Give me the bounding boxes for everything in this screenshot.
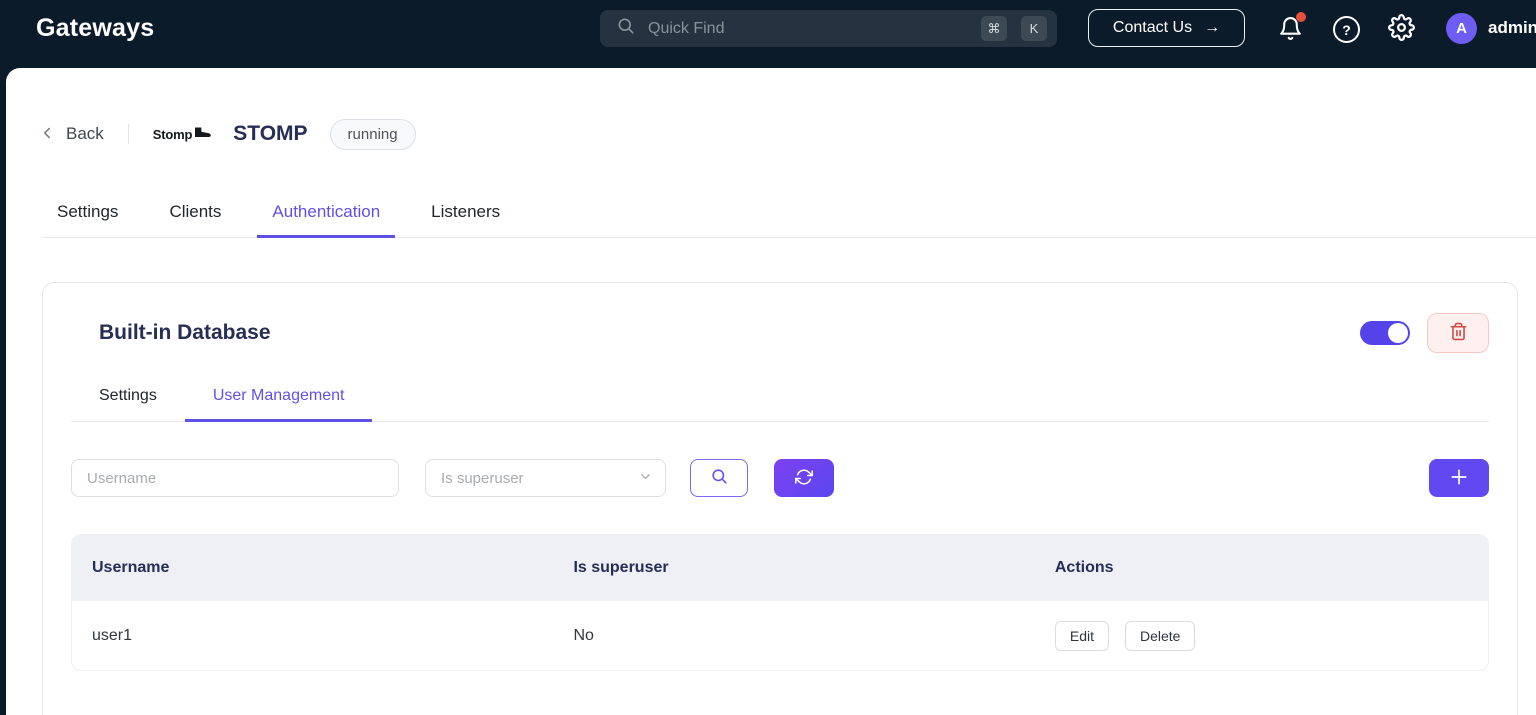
kbd-command-key: ⌘ [981,16,1007,41]
tab-authentication[interactable]: Authentication [257,202,396,238]
cell-actions: Edit Delete [1035,620,1488,651]
tab-clients[interactable]: Clients [154,202,236,238]
refresh-icon [795,468,813,489]
status-badge: running [329,118,416,150]
back-label: Back [66,124,104,143]
cell-username: user1 [92,626,133,644]
notification-dot [1296,12,1306,22]
card-title: Built-in Database [99,321,271,344]
col-header-username: Username [92,558,170,576]
trash-icon [1449,322,1468,344]
help-button[interactable]: ? [1333,16,1360,43]
notifications-button[interactable] [1278,12,1306,44]
arrow-right-icon: → [1204,19,1221,36]
delete-button[interactable]: Delete [1125,620,1196,651]
search-button[interactable] [690,459,748,497]
chevron-down-icon [638,469,653,488]
col-header-actions: Actions [1054,558,1114,576]
cell-superuser: No [573,626,594,644]
search-icon [616,16,636,41]
card-header-actions [1360,313,1489,353]
table-row: user1 No Edit Delete [72,600,1488,670]
users-table: Username Is superuser Actions user1 No E… [71,534,1489,671]
col-header-superuser: Is superuser [573,558,669,576]
filter-row: Is superuser [71,459,1489,497]
header-divider [127,124,129,144]
quick-find-input[interactable] [648,19,967,38]
delete-auth-button[interactable] [1427,313,1489,353]
stomp-logo: Stomp [153,124,213,144]
boot-icon [194,124,213,144]
help-icon: ? [1342,21,1351,38]
refresh-button[interactable] [774,459,834,497]
subtab-user-management[interactable]: User Management [184,387,373,422]
bell-icon [1278,12,1306,44]
gateway-header-row: Back Stomp STOMP running [38,116,1536,152]
superuser-select-placeholder: Is superuser [441,469,524,487]
page-title: Gateways [36,13,155,42]
chevron-left-icon [38,124,56,145]
enable-toggle[interactable] [1360,321,1410,345]
username-filter-input[interactable] [71,459,399,497]
kbd-k-key: K [1021,16,1047,41]
quick-find[interactable]: ⌘ K [600,10,1057,47]
gateway-name: STOMP [233,122,308,145]
search-icon [710,467,729,489]
gear-icon [1388,14,1415,44]
edit-button[interactable]: Edit [1054,620,1109,651]
superuser-filter-select[interactable]: Is superuser [425,459,666,497]
card-header: Built-in Database [43,283,1517,353]
card-subtabs: Settings User Management [71,387,1489,422]
back-button[interactable]: Back [38,124,104,145]
toggle-knob [1388,323,1408,343]
avatar[interactable]: A [1446,13,1477,44]
tab-settings[interactable]: Settings [42,202,133,238]
plus-icon [1449,467,1469,490]
user-name-label: admin [1488,18,1536,37]
topbar: Gateways ⌘ K Contact Us → ? A admin [0,0,1536,68]
table-header: Username Is superuser Actions [72,535,1488,600]
stomp-logo-text: Stomp [152,126,193,142]
tab-listeners[interactable]: Listeners [416,202,515,238]
subtab-settings[interactable]: Settings [71,387,185,422]
content-sheet: Back Stomp STOMP running Settings Client… [6,68,1536,715]
avatar-initial: A [1456,20,1467,37]
authentication-card: Built-in Database Settings User Manageme… [42,282,1518,715]
gateway-tabs: Settings Clients Authentication Listener… [42,202,1536,238]
add-user-button[interactable] [1429,459,1489,497]
settings-button[interactable] [1388,14,1415,44]
contact-us-label: Contact Us [1112,19,1193,36]
contact-us-button[interactable]: Contact Us → [1088,9,1245,47]
